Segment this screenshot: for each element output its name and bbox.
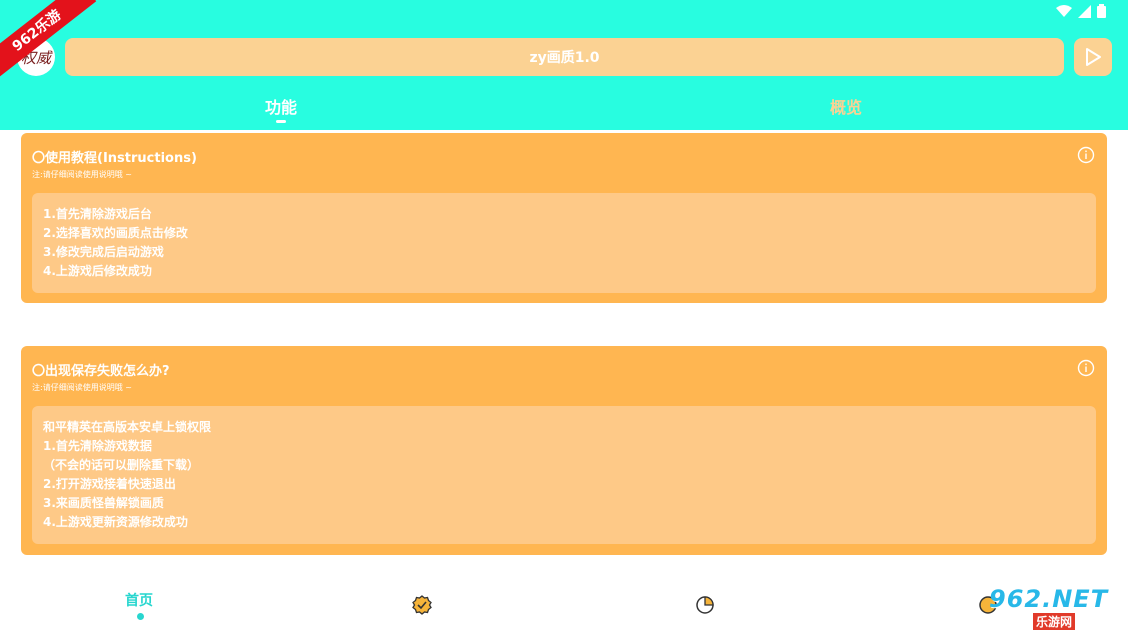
tab-functions[interactable]: 功能: [265, 94, 297, 118]
tab-overview[interactable]: 概览: [830, 94, 862, 118]
signal-icon: [1078, 4, 1091, 18]
info-icon[interactable]: [1077, 146, 1095, 164]
tab-functions-label: 功能: [265, 98, 298, 117]
play-icon: [1086, 48, 1101, 66]
card-title: 〇出现保存失败怎么办?: [32, 364, 170, 379]
tab-overview-label: 概览: [830, 98, 863, 117]
card-line: 1.首先清除游戏数据: [43, 439, 152, 453]
wifi-icon: [1056, 4, 1072, 17]
card-note: 注:请仔细阅读使用说明哦 ~: [32, 383, 132, 392]
status-bar: [1056, 4, 1106, 18]
app-header: 权威 zy画质1.0 功能 概览: [0, 0, 1128, 130]
card-line: 2.选择喜欢的画质点击修改: [43, 226, 188, 240]
tab-indicator: [276, 120, 286, 123]
watermark-sub: 乐游网: [1033, 613, 1076, 630]
instructions-card: 〇使用教程(Instructions) 注:请仔细阅读使用说明哦 ~ 1.首先清…: [21, 133, 1107, 303]
badge-check-icon[interactable]: [412, 595, 432, 615]
watermark: 962.NET 乐游网: [975, 585, 1125, 631]
card-line: 2.打开游戏接着快速退出: [43, 477, 176, 491]
pie-chart-icon[interactable]: [695, 595, 715, 615]
card-body: 和平精英在高版本安卓上锁权限 1.首先清除游戏数据 （不会的话可以删除重下载） …: [32, 406, 1096, 544]
card-line: 和平精英在高版本安卓上锁权限: [43, 420, 212, 434]
card-title: 〇使用教程(Instructions): [32, 151, 197, 166]
bottom-nav: 首页: [0, 580, 1128, 635]
card-line: 1.首先清除游戏后台: [43, 207, 152, 221]
app-title-bar: zy画质1.0: [65, 38, 1064, 76]
card-line: 3.修改完成后启动游戏: [43, 245, 164, 259]
app-title: zy画质1.0: [529, 50, 600, 66]
save-failure-card: 〇出现保存失败怎么办? 注:请仔细阅读使用说明哦 ~ 和平精英在高版本安卓上锁权…: [21, 346, 1107, 555]
nav-home-label: 首页: [125, 593, 153, 609]
card-line: （不会的话可以删除重下载）: [43, 458, 200, 472]
nav-home[interactable]: 首页: [125, 590, 153, 610]
card-line: 3.来画质怪兽解锁画质: [43, 496, 164, 510]
watermark-main: 962.NET: [989, 585, 1109, 613]
battery-icon: [1097, 4, 1106, 18]
card-body: 1.首先清除游戏后台 2.选择喜欢的画质点击修改 3.修改完成后启动游戏 4.上…: [32, 193, 1096, 293]
card-line: 4.上游戏更新资源修改成功: [43, 515, 188, 529]
play-button[interactable]: [1074, 38, 1112, 76]
info-icon[interactable]: [1077, 359, 1095, 377]
card-note: 注:请仔细阅读使用说明哦 ~: [32, 170, 132, 179]
card-line: 4.上游戏后修改成功: [43, 264, 152, 278]
nav-active-dot: [137, 613, 144, 620]
